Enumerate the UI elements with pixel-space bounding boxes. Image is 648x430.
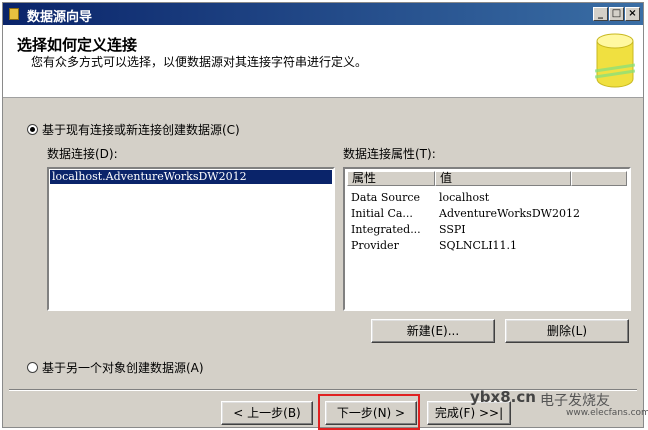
prop-name: Initial Ca... [351, 207, 413, 220]
window-title: 数据源向导 [27, 10, 93, 25]
watermark-brand: 电子发烧友 [540, 393, 610, 409]
new-connection-button[interactable]: 新建(E)... [371, 319, 495, 343]
radio-object-label: 基于另一个对象创建数据源(A) [42, 361, 204, 375]
back-button[interactable]: < 上一步(B) [221, 401, 313, 425]
connections-label: 数据连接(D): [47, 147, 118, 161]
connections-listbox[interactable]: localhost.AdventureWorksDW2012 [47, 167, 335, 311]
radio-indicator[interactable] [27, 124, 38, 135]
page-subtitle: 您有众多方式可以选择，以便数据源对其连接字符串进行定义。 [31, 55, 368, 69]
delete-connection-button[interactable]: 删除(L) [505, 319, 629, 343]
column-header-filler [571, 171, 627, 186]
prop-value: SSPI [439, 223, 466, 236]
database-cylinder-icon [595, 33, 635, 88]
maximize-button[interactable]: □ [609, 7, 624, 21]
page-title: 选择如何定义连接 [17, 36, 138, 54]
radio-indicator[interactable] [27, 362, 38, 373]
app-icon [9, 8, 19, 20]
title-bar[interactable]: 数据源向导 _ □ × [3, 3, 643, 25]
list-item[interactable]: localhost.AdventureWorksDW2012 [50, 170, 332, 184]
minimize-button[interactable]: _ [593, 7, 608, 21]
radio-existing-connection[interactable]: 基于现有连接或新连接创建数据源(C) [27, 121, 240, 138]
wizard-window: 数据源向导 _ □ × 选择如何定义连接 您有众多方式可以选择，以便数据源对其连… [2, 2, 644, 428]
prop-name: Integrated... [351, 223, 421, 236]
properties-grid[interactable]: 属性 值 Data Source localhost Initial Ca...… [343, 167, 631, 311]
column-header-property[interactable]: 属性 [347, 171, 435, 186]
radio-existing-label: 基于现有连接或新连接创建数据源(C) [42, 123, 240, 137]
prop-value: AdventureWorksDW2012 [439, 207, 580, 220]
watermark-site: ybx8.cn [470, 388, 536, 406]
close-button[interactable]: × [625, 7, 640, 21]
prop-value: localhost [439, 191, 490, 204]
prop-value: SQLNCLI11.1 [439, 239, 518, 252]
watermark-url: www.elecfans.com [566, 408, 648, 418]
prop-name: Data Source [351, 191, 421, 204]
wizard-header: 选择如何定义连接 您有众多方式可以选择，以便数据源对其连接字符串进行定义。 [3, 25, 643, 98]
properties-label: 数据连接属性(T): [343, 147, 436, 161]
column-header-value[interactable]: 值 [435, 171, 571, 186]
properties-header: 属性 值 [347, 171, 627, 186]
prop-name: Provider [351, 239, 399, 252]
highlight-box [318, 394, 420, 430]
radio-another-object[interactable]: 基于另一个对象创建数据源(A) [27, 359, 204, 376]
